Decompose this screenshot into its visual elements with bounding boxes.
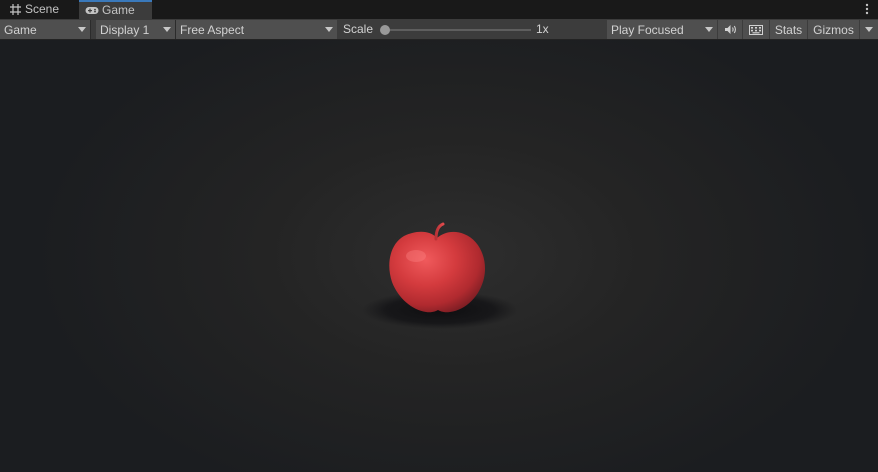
chevron-down-icon: [325, 27, 333, 32]
tab-strip: Scene Game: [0, 0, 878, 19]
apple-object: [360, 220, 520, 330]
chevron-down-icon: [163, 27, 171, 32]
aspect-dropdown[interactable]: Free Aspect: [176, 20, 337, 39]
display-dropdown[interactable]: Display 1: [96, 20, 175, 39]
grid-icon: [8, 4, 22, 16]
scale-value: 1x: [536, 22, 549, 36]
tab-game[interactable]: Game: [79, 0, 152, 19]
apple-icon: [362, 222, 518, 329]
tab-scene-label: Scene: [25, 2, 60, 16]
view-mode-value: Game: [4, 22, 37, 37]
display-value: Display 1: [100, 22, 150, 37]
stats-button[interactable]: Stats: [770, 20, 807, 39]
mute-audio-button[interactable]: [718, 20, 742, 39]
keyboard-shortcuts-button[interactable]: [743, 20, 769, 39]
aspect-value: Free Aspect: [180, 22, 245, 37]
divider: [90, 20, 91, 39]
gizmos-label: Gizmos: [813, 22, 854, 37]
gizmos-dropdown[interactable]: [860, 20, 878, 39]
chevron-down-icon: [865, 27, 873, 32]
speaker-icon: [724, 25, 736, 34]
scale-slider-thumb[interactable]: [380, 25, 390, 35]
tab-game-label: Game: [102, 3, 135, 17]
gizmos-button[interactable]: Gizmos: [808, 20, 859, 39]
play-mode-value: Play Focused: [611, 22, 684, 37]
game-viewport[interactable]: [0, 40, 878, 472]
more-options-icon[interactable]: [864, 2, 870, 16]
game-toolbar: Game Display 1 Free Aspect Scale 1x Play…: [0, 19, 878, 40]
play-mode-dropdown[interactable]: Play Focused: [607, 20, 717, 39]
scale-slider-track[interactable]: [385, 29, 531, 31]
stats-label: Stats: [774, 22, 803, 37]
chevron-down-icon: [78, 27, 86, 32]
chevron-down-icon: [705, 27, 713, 32]
keyboard-icon: [749, 24, 763, 35]
gamepad-icon: [85, 5, 99, 17]
view-mode-dropdown[interactable]: Game: [0, 20, 90, 39]
scale-label: Scale: [343, 22, 374, 36]
scale-control: Scale 1x: [338, 20, 606, 39]
tab-scene[interactable]: Scene: [0, 0, 78, 19]
